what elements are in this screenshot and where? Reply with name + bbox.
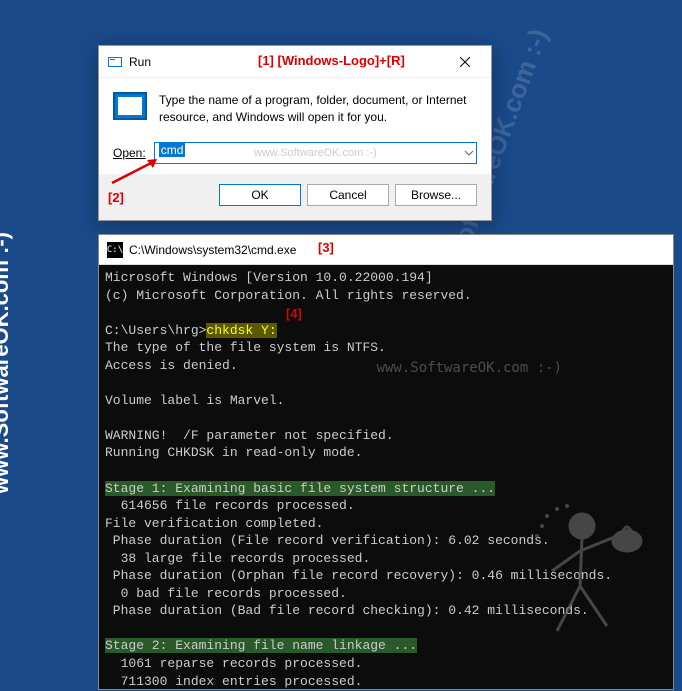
run-program-icon [113, 92, 147, 120]
open-input-value: cmd [159, 143, 186, 157]
open-input[interactable]: cmd www.SoftwareOK.com :-) [154, 142, 477, 164]
stick-figure-icon [522, 501, 652, 651]
chevron-down-icon[interactable] [464, 145, 474, 161]
open-input-watermark: www.SoftwareOK.com :-) [254, 147, 377, 159]
run-description: Type the name of a program, folder, docu… [159, 92, 477, 126]
annotation-4: [4] [286, 306, 302, 321]
annotation-2: [2] [108, 190, 124, 205]
close-button[interactable] [447, 48, 483, 76]
cancel-button[interactable]: Cancel [307, 184, 389, 206]
annotation-1: [1] [Windows-Logo]+[R] [258, 53, 405, 68]
cmd-icon: C:\ [107, 242, 123, 258]
run-dialog: Run Type the name of a program, folder, … [98, 45, 492, 221]
run-icon [107, 54, 123, 70]
cmd-title: C:\Windows\system32\cmd.exe [129, 243, 296, 257]
ok-button[interactable]: OK [219, 184, 301, 206]
watermark-left: www.SoftwareOK.com :-) [0, 232, 14, 494]
cmd-titlebar: C:\ C:\Windows\system32\cmd.exe [99, 235, 673, 265]
browse-button[interactable]: Browse... [395, 184, 477, 206]
annotation-3: [3] [318, 240, 334, 255]
arrow-annotation-icon [107, 155, 162, 185]
close-icon [460, 57, 470, 67]
watermark-cmd: www.SoftwareOK.com :-) [377, 360, 562, 376]
